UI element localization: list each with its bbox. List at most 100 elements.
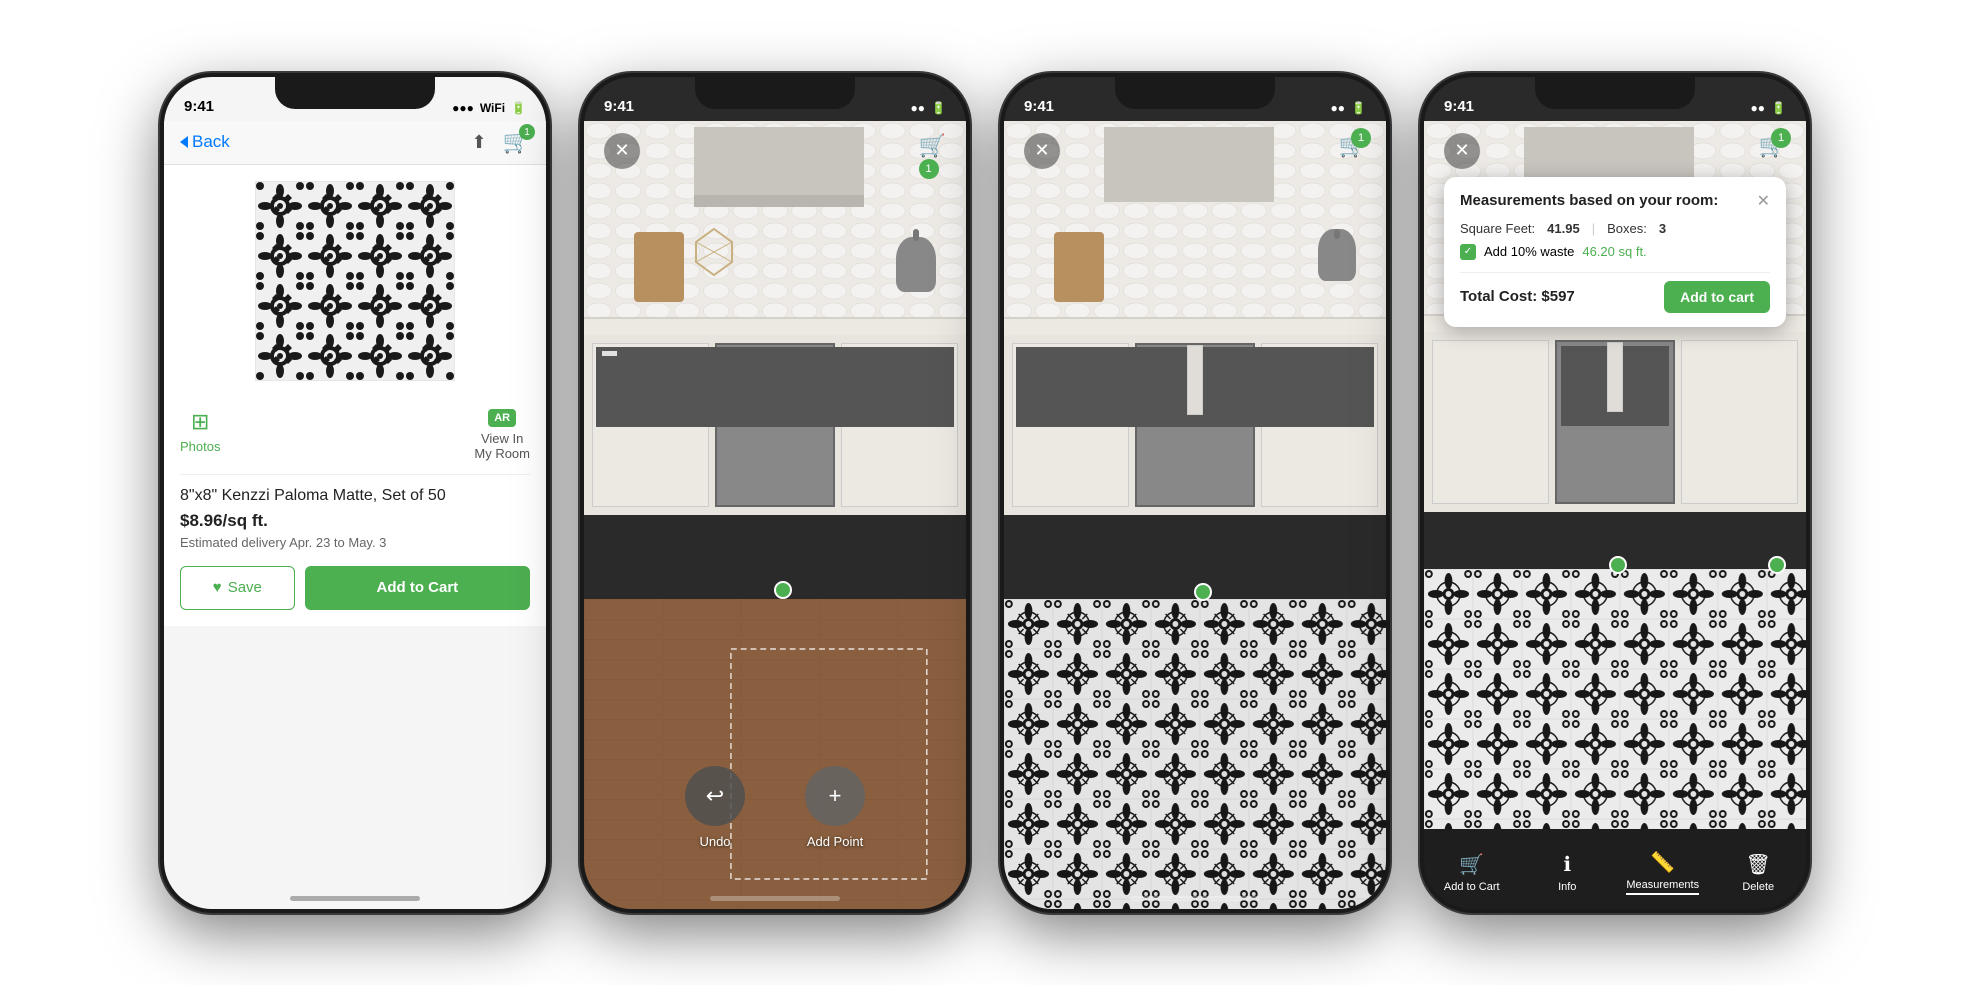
status-icons-phone2: ●● 🔋: [911, 101, 946, 115]
ar-close-button[interactable]: ✕: [604, 133, 640, 169]
lower-cabs-3: [1004, 335, 1386, 515]
ar-corner-dot-4a: [1609, 556, 1627, 574]
ar-label: View In My Room: [474, 431, 530, 462]
add-point-label: Add Point: [807, 834, 863, 849]
toolbar-measurements-icon: 📏: [1650, 850, 1675, 875]
save-button[interactable]: ♥ Save: [180, 566, 295, 610]
toolbar-add-to-cart[interactable]: 🛒 Add to Cart: [1424, 829, 1520, 909]
toolbar-cart-icon: 🛒: [1459, 852, 1484, 877]
cab-4a: [1432, 340, 1549, 504]
waste-row: ✓ Add 10% waste 46.20 sq ft.: [1460, 244, 1770, 260]
ar-cart-icon: 🛒: [919, 133, 946, 158]
media-tabs: ⊞ Photos AR View In My Room: [180, 397, 530, 475]
add-to-cart-label: Add to Cart: [377, 579, 459, 596]
save-label: Save: [228, 579, 262, 596]
measurements-header: Measurements based on your room: ✕: [1460, 191, 1770, 211]
sq-ft-value: 41.95: [1547, 221, 1580, 236]
home-indicator-2: [710, 896, 840, 901]
measurements-title: Measurements based on your room:: [1460, 191, 1718, 211]
toolbar-delete[interactable]: 🗑 Delete: [1711, 829, 1807, 909]
toolbar-info-icon: ℹ: [1563, 852, 1571, 877]
tile-floor-4: [1424, 569, 1806, 829]
time-phone3: 9:41: [1024, 98, 1054, 115]
status-time-phone1: 9:41: [184, 98, 214, 115]
tile-image: [255, 181, 455, 381]
kettle: [896, 237, 936, 292]
ar-cart-badge-3: 1: [1351, 128, 1371, 148]
product-name: 8"x8" Kenzzi Paloma Matte, Set of 50: [180, 487, 530, 505]
status-icons-phone1: ●●● WiFi 🔋: [452, 101, 526, 115]
action-buttons: ♥ Save Add to Cart: [180, 566, 530, 610]
ar-cart-area[interactable]: 🛒 1: [919, 133, 946, 179]
measurements-close[interactable]: ✕: [1757, 191, 1770, 211]
ar-cart-area-4[interactable]: 🛒 1: [1759, 133, 1786, 159]
phone-1: 9:41 ●●● WiFi 🔋 Back ⬆ 🛒 1: [160, 73, 550, 913]
kettle-3: [1318, 237, 1356, 281]
photos-icon: ⊞: [191, 409, 209, 435]
phone-3: 9:41 ●● 🔋 ✕ 🛒 1: [1000, 73, 1390, 913]
boxes-value: 3: [1659, 221, 1666, 236]
ar-badge: AR: [488, 409, 516, 427]
counter-top: [584, 317, 966, 335]
ar-cart-area-3[interactable]: 🛒 1: [1339, 133, 1366, 159]
toolbar-measurements[interactable]: 📏 Measurements: [1615, 829, 1711, 909]
product-price: $8.96/sq ft.: [180, 511, 530, 531]
ar-close-button-4[interactable]: ✕: [1444, 133, 1480, 169]
photos-tab[interactable]: ⊞ Photos: [180, 409, 220, 462]
total-cost: Total Cost: $597: [1460, 288, 1575, 305]
measurements-add-to-cart[interactable]: Add to cart: [1664, 281, 1770, 313]
lower-cabs-4: [1424, 332, 1806, 512]
oven: [715, 343, 835, 507]
add-point-button[interactable]: + Add Point: [805, 766, 865, 849]
add-point-circle: +: [805, 766, 865, 826]
status-icons-phone4: ●● 🔋: [1751, 101, 1786, 115]
undo-label: Undo: [699, 834, 730, 849]
undo-button[interactable]: ↩ Undo: [685, 766, 745, 849]
towel-3: [1187, 345, 1203, 415]
ar-tab[interactable]: AR View In My Room: [474, 409, 530, 462]
toolbar-info-label: Info: [1558, 881, 1576, 893]
time-phone2: 9:41: [604, 98, 634, 115]
home-indicator: [290, 896, 420, 901]
range-hood: [694, 127, 864, 207]
ar-controls: ↩ Undo + Add Point: [584, 766, 966, 849]
decoration-box: [634, 232, 684, 302]
toolbar-delete-label: Delete: [1742, 881, 1774, 893]
divider: |: [1592, 221, 1595, 236]
ar-corner-dot-3: [1194, 583, 1212, 601]
waste-checkbox[interactable]: ✓: [1460, 244, 1476, 260]
sq-ft-label: Square Feet:: [1460, 221, 1535, 236]
measurements-card: Measurements based on your room: ✕ Squar…: [1444, 177, 1786, 327]
product-content: ⊞ Photos AR View In My Room 8"x8" Kenzzi…: [164, 165, 546, 626]
waste-label: Add 10% waste: [1484, 244, 1574, 259]
product-image-area: [255, 181, 455, 381]
ar-cart-badge: 1: [919, 159, 939, 179]
back-button[interactable]: Back: [180, 132, 230, 152]
ar-close-button-3[interactable]: ✕: [1024, 133, 1060, 169]
tile-floor-overlay: [1004, 599, 1386, 909]
range-hood-3: [1104, 127, 1274, 202]
toolbar-cart-label: Add to Cart: [1444, 881, 1500, 893]
cart-icon-wrapper[interactable]: 🛒 1: [503, 129, 530, 155]
phone-2: 9:41 ●● 🔋 ✕ 🛒 1 ↩ Undo +: [580, 73, 970, 913]
towel-4: [1607, 342, 1623, 412]
ar-cart-badge-4: 1: [1771, 128, 1791, 148]
toolbar-measurements-label: Measurements: [1626, 879, 1699, 895]
status-icons-phone3: ●● 🔋: [1331, 101, 1366, 115]
share-icon[interactable]: ⬆: [472, 132, 487, 153]
home-indicator-3: [1130, 896, 1260, 901]
toolbar-info[interactable]: ℹ Info: [1520, 829, 1616, 909]
ar-corner-dot-4b: [1768, 556, 1786, 574]
counter-3: [1004, 317, 1386, 335]
time-phone4: 9:41: [1444, 98, 1474, 115]
bottom-toolbar: 🛒 Add to Cart ℹ Info 📏 Measurements 🗑 De…: [1424, 829, 1806, 909]
cart-badge: 1: [519, 124, 535, 140]
lower-cabinets: [584, 335, 966, 515]
back-chevron-icon: [180, 136, 188, 148]
decor-box-3: [1054, 232, 1104, 302]
ar-camera-view-3: [1004, 77, 1386, 909]
toolbar-delete-icon: 🗑: [1746, 852, 1771, 877]
geo-decor: [694, 227, 734, 282]
add-to-cart-button[interactable]: Add to Cart: [305, 566, 530, 610]
boxes-label: Boxes:: [1607, 221, 1647, 236]
